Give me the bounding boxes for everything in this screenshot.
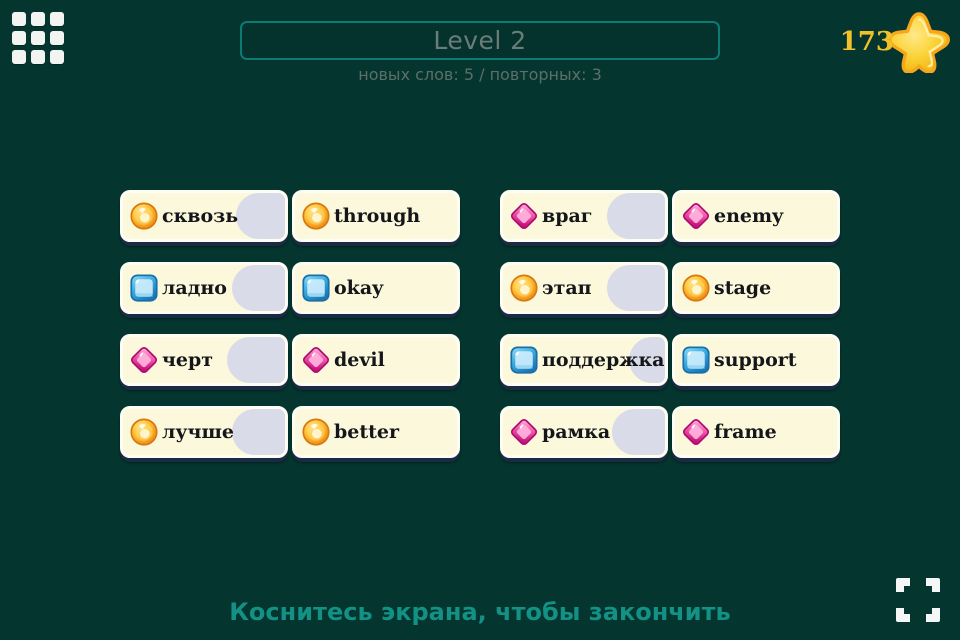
tap-to-finish-hint[interactable]: Коснитесь экрана, чтобы закончить <box>0 598 960 626</box>
gem-diamond-pink-icon <box>682 418 710 446</box>
gem-circle-orange-icon <box>302 202 330 230</box>
word-label: enemy <box>714 205 784 227</box>
word-label: better <box>334 421 400 443</box>
gem-diamond-pink-icon <box>510 418 538 446</box>
word-label: ладно <box>162 277 227 299</box>
grid-cell <box>50 12 64 26</box>
level-banner: Level 2 <box>240 21 720 60</box>
word-row: ладно okay этап stage <box>0 262 960 334</box>
word-label: frame <box>714 421 777 443</box>
word-card-target[interactable]: better <box>292 406 460 458</box>
word-card-source[interactable]: рамка <box>500 406 668 458</box>
word-card-target[interactable]: frame <box>672 406 840 458</box>
word-label: лучше <box>162 421 234 443</box>
gem-square-blue-icon <box>302 274 330 302</box>
grid-cell <box>50 50 64 64</box>
gem-square-blue-icon <box>510 346 538 374</box>
gem-circle-orange-icon <box>302 418 330 446</box>
word-card-target[interactable]: through <box>292 190 460 242</box>
word-board: сквозь through враг enemy ладно okay эта… <box>0 190 960 478</box>
word-row: сквозь through враг enemy <box>0 190 960 262</box>
card-progress-fill <box>236 193 285 239</box>
word-row: черт devil поддержка support <box>0 334 960 406</box>
gem-square-blue-icon <box>682 346 710 374</box>
card-progress-fill <box>606 265 665 311</box>
gem-diamond-pink-icon <box>510 202 538 230</box>
page-title: Level 2 <box>433 26 527 55</box>
word-card-source[interactable]: враг <box>500 190 668 242</box>
star-icon <box>888 12 950 73</box>
word-label: support <box>714 349 797 371</box>
word-label: черт <box>162 349 214 371</box>
word-label: stage <box>714 277 772 299</box>
word-card-source[interactable]: сквозь <box>120 190 288 242</box>
word-label: этап <box>542 277 592 299</box>
word-card-source[interactable]: этап <box>500 262 668 314</box>
word-card-source[interactable]: черт <box>120 334 288 386</box>
word-card-source[interactable]: поддержка <box>500 334 668 386</box>
grid-cell <box>50 31 64 45</box>
fullscreen-icon[interactable] <box>890 572 946 628</box>
gem-circle-orange-icon <box>510 274 538 302</box>
word-label: сквозь <box>162 205 239 227</box>
card-progress-fill <box>611 409 665 455</box>
score-display: 173 <box>840 10 950 74</box>
card-progress-fill <box>226 337 285 383</box>
card-progress-fill <box>606 193 665 239</box>
grid-cell <box>12 31 26 45</box>
word-card-target[interactable]: stage <box>672 262 840 314</box>
card-progress-fill <box>231 409 285 455</box>
word-card-source[interactable]: лучше <box>120 406 288 458</box>
word-label: through <box>334 205 421 227</box>
gem-circle-orange-icon <box>682 274 710 302</box>
word-label: devil <box>334 349 385 371</box>
menu-grid-button[interactable] <box>12 12 64 64</box>
gem-diamond-pink-icon <box>682 202 710 230</box>
word-label: враг <box>542 205 593 227</box>
grid-cell <box>31 31 45 45</box>
grid-cell <box>12 50 26 64</box>
word-label: okay <box>334 277 384 299</box>
word-card-target[interactable]: enemy <box>672 190 840 242</box>
word-row: лучше better рамка frame <box>0 406 960 478</box>
gem-circle-orange-icon <box>130 202 158 230</box>
word-card-target[interactable]: support <box>672 334 840 386</box>
grid-cell <box>31 50 45 64</box>
grid-cell <box>12 12 26 26</box>
grid-cell <box>31 12 45 26</box>
word-card-target[interactable]: okay <box>292 262 460 314</box>
word-card-target[interactable]: devil <box>292 334 460 386</box>
word-label: рамка <box>542 421 611 443</box>
card-progress-fill <box>231 265 285 311</box>
score-value: 173 <box>839 27 894 57</box>
gem-circle-orange-icon <box>130 418 158 446</box>
gem-diamond-pink-icon <box>130 346 158 374</box>
gem-square-blue-icon <box>130 274 158 302</box>
level-subtitle: новых слов: 5 / повторных: 3 <box>358 65 602 84</box>
word-label: поддержка <box>542 349 665 371</box>
word-card-source[interactable]: ладно <box>120 262 288 314</box>
gem-diamond-pink-icon <box>302 346 330 374</box>
